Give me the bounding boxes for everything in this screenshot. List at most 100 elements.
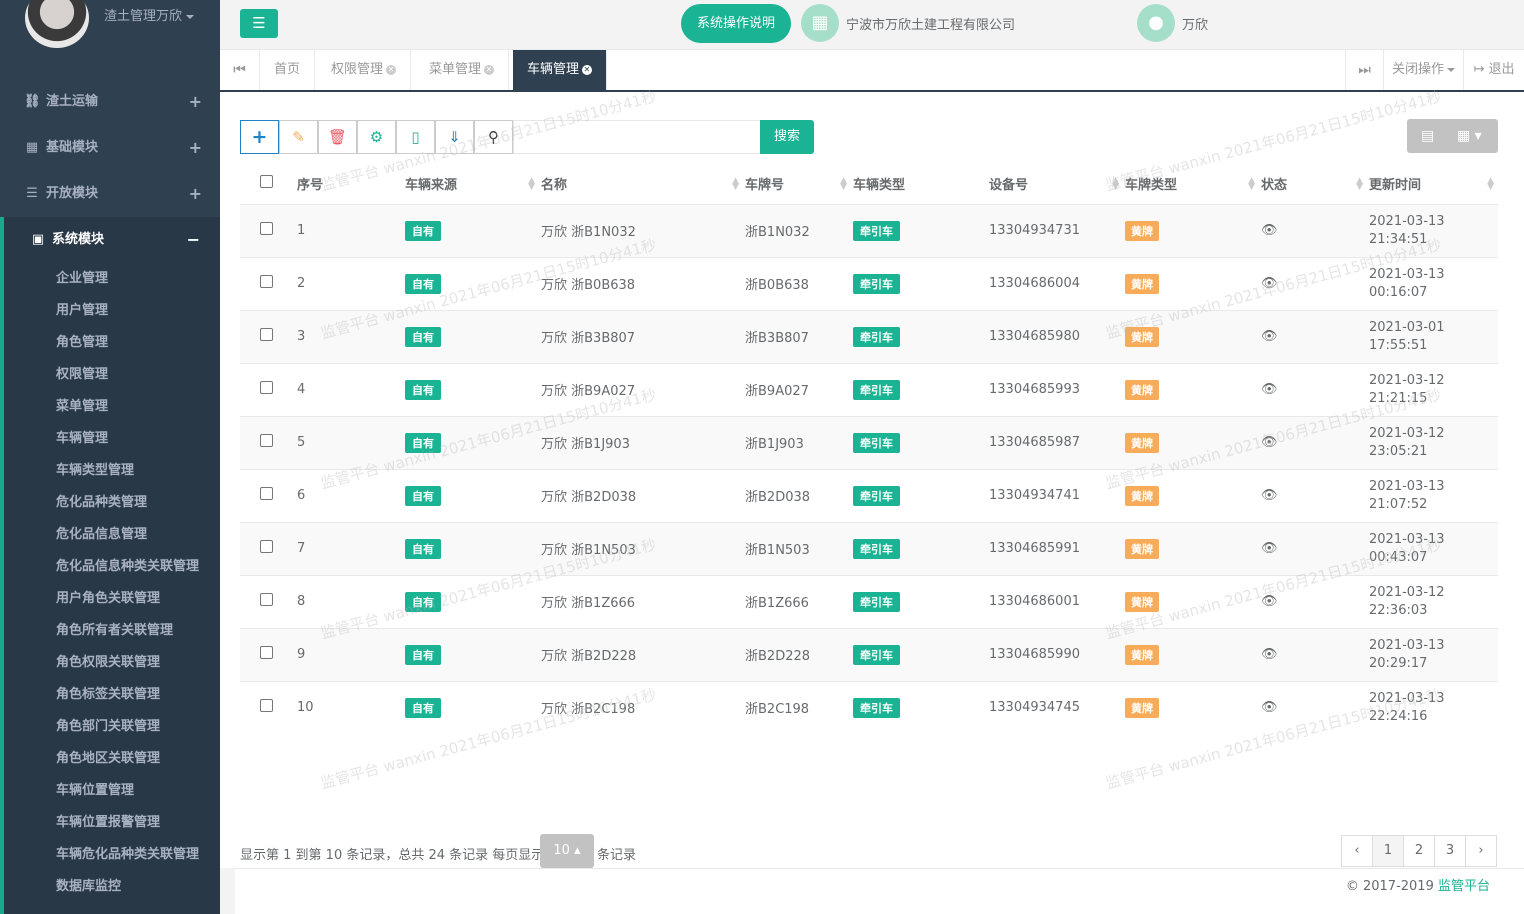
eye-icon[interactable]: 👁 [1261, 647, 1278, 662]
delete-button[interactable]: 🗑 [318, 120, 357, 154]
table-row[interactable]: 2 自有 万欣 浙B0B638 浙B0B638 牵引车 13304686004 黄牌 👁 202… [240, 256, 1498, 310]
close-icon[interactable]: ✕ [386, 64, 397, 75]
col-header[interactable]: 设备号 ▲ ▼ [987, 164, 1123, 205]
sub-item[interactable]: 车辆位置管理 [4, 775, 220, 807]
eye-icon[interactable]: 👁 [1261, 435, 1278, 450]
table-row[interactable]: 10 自有 万欣 浙B2C198 浙B2C198 牵引车 13304934745 黄牌 👁 20… [240, 680, 1498, 734]
logout-button[interactable]: ↦ 退出 [1463, 50, 1524, 90]
col-header[interactable]: 更新时间 ▲ ▼ [1367, 164, 1498, 205]
sub-item[interactable]: 车辆类型管理 [4, 455, 220, 487]
tab-scroll-left-icon[interactable]: ⏮ [220, 50, 260, 90]
add-button[interactable]: + [240, 120, 279, 154]
sub-item[interactable]: 企业管理 [4, 263, 220, 295]
table-row[interactable]: 6 自有 万欣 浙B2D038 浙B2D038 牵引车 13304934741 黄牌 👁 202… [240, 468, 1498, 522]
row-checkbox[interactable] [260, 434, 273, 447]
nav-item-transport[interactable]: ⛓ 渣土运输 + [0, 79, 220, 125]
list-view-icon[interactable]: ▤ [1421, 119, 1434, 153]
row-checkbox[interactable] [260, 646, 273, 659]
sub-item[interactable]: 危化品种类管理 [4, 487, 220, 519]
col-header[interactable]: 车辆类型 [851, 164, 987, 205]
menu-toggle-button[interactable]: ☰ [240, 9, 278, 38]
sub-item[interactable]: 危化品信息种类关联管理 [4, 551, 220, 583]
close-icon[interactable]: ✕ [582, 64, 593, 75]
sub-item[interactable]: 车辆位置报警管理 [4, 807, 220, 839]
row-checkbox[interactable] [260, 328, 273, 341]
help-button[interactable]: 系统操作说明 [681, 4, 791, 43]
col-header[interactable]: 状态 ▲ ▼ [1259, 164, 1367, 205]
eye-icon[interactable]: 👁 [1261, 541, 1278, 556]
table-row[interactable]: 3 自有 万欣 浙B3B807 浙B3B807 牵引车 13304685980 黄牌 👁 202… [240, 309, 1498, 363]
sub-item[interactable]: 车辆危化品种类关联管理 [4, 839, 220, 871]
sub-item[interactable]: 用户角色关联管理 [4, 583, 220, 615]
row-checkbox[interactable] [260, 275, 273, 288]
sub-item[interactable]: 数据库监控 [4, 871, 220, 903]
row-checkbox[interactable] [260, 381, 273, 394]
avatar[interactable] [25, 0, 89, 48]
select-all-checkbox[interactable] [260, 175, 273, 189]
sub-item[interactable]: 权限管理 [4, 359, 220, 391]
eye-icon[interactable]: 👁 [1261, 276, 1278, 291]
table-row[interactable]: 4 自有 万欣 浙B9A027 浙B9A027 牵引车 13304685993 黄牌 👁 202… [240, 362, 1498, 416]
sub-item[interactable]: 车辆管理 [4, 423, 220, 455]
brand-link[interactable]: 监管平台 [1438, 879, 1490, 894]
table-row[interactable]: 7 自有 万欣 浙B1N503 浙B1N503 牵引车 13304685991 黄牌 👁 202… [240, 521, 1498, 575]
page-size-select[interactable]: 10 ▴ [540, 834, 594, 868]
tab-permission[interactable]: 权限管理 ✕ [317, 50, 412, 90]
settings-button[interactable]: ⚙ [357, 120, 396, 154]
row-checkbox[interactable] [260, 540, 273, 553]
row-checkbox[interactable] [260, 699, 273, 713]
nav-item-basic[interactable]: ▦ 基础模块 + [0, 125, 220, 171]
table-row[interactable]: 1 自有 万欣 浙B1N032 浙B1N032 牵引车 13304934731 黄牌 👁 202… [240, 203, 1498, 257]
sub-item[interactable]: 角色部门关联管理 [4, 711, 220, 743]
eye-icon[interactable]: 👁 [1261, 329, 1278, 344]
mobile-button[interactable]: ▯ [396, 120, 435, 154]
sub-item[interactable]: 用户管理 [4, 295, 220, 327]
next-page-button[interactable]: › [1465, 835, 1497, 867]
tab-scroll-right-icon[interactable]: ⏭ [1345, 50, 1383, 90]
table-row[interactable]: 5 自有 万欣 浙B1J903 浙B1J903 牵引车 13304685987 黄牌 👁 202… [240, 415, 1498, 469]
sub-item[interactable]: 角色地区关联管理 [4, 743, 220, 775]
eye-icon[interactable]: 👁 [1261, 488, 1278, 503]
page-button-1[interactable]: 1 [1372, 835, 1404, 867]
page-button-2[interactable]: 2 [1403, 835, 1435, 867]
download-button[interactable]: ⇓ [435, 120, 474, 154]
sub-item[interactable]: 角色管理 [4, 327, 220, 359]
search-input[interactable] [513, 120, 761, 154]
table-row[interactable]: 8 自有 万欣 浙B1Z666 浙B1Z666 牵引车 13304686001 黄牌 👁 202… [240, 574, 1498, 628]
close-operations-dropdown[interactable]: 关闭操作 [1383, 50, 1463, 90]
col-header[interactable]: 车辆来源 ▲ ▼ [403, 164, 539, 205]
tab-home[interactable]: 首页 [260, 50, 316, 90]
plate-cell: 浙B1N503 [743, 521, 851, 575]
tab-menu[interactable]: 菜单管理 ✕ [415, 50, 510, 90]
sub-item[interactable]: 角色所有者关联管理 [4, 615, 220, 647]
eye-icon[interactable]: 👁 [1261, 594, 1278, 609]
page-button-3[interactable]: 3 [1434, 835, 1466, 867]
prev-page-button[interactable]: ‹ [1341, 835, 1373, 867]
col-header[interactable]: 名称 ▲ ▼ [539, 164, 743, 205]
close-ops-label: 关闭操作 [1391, 62, 1444, 77]
sub-item[interactable]: 角色权限关联管理 [4, 647, 220, 679]
close-icon[interactable]: ✕ [484, 64, 495, 75]
sub-item[interactable]: 角色标签关联管理 [4, 679, 220, 711]
table-row[interactable]: 9 自有 万欣 浙B2D228 浙B2D228 牵引车 13304685990 黄牌 👁 202… [240, 627, 1498, 681]
eye-icon[interactable]: 👁 [1261, 700, 1278, 715]
sub-item[interactable]: 菜单管理 [4, 391, 220, 423]
row-checkbox[interactable] [260, 593, 273, 606]
col-header[interactable]: 序号 [295, 164, 403, 205]
edit-button[interactable]: ✎ [279, 120, 318, 154]
nav-item-open[interactable]: ☰ 开放模块 + [0, 171, 220, 217]
col-header[interactable]: 车牌号 ▲ ▼ [743, 164, 851, 205]
zoom-button[interactable]: ⚲ [474, 120, 513, 154]
tab-vehicle[interactable]: 车辆管理 ✕ [513, 50, 608, 90]
eye-icon[interactable]: 👁 [1261, 223, 1278, 238]
sub-item[interactable]: 危化品信息管理 [4, 519, 220, 551]
grid-view-icon[interactable]: ▦ ▾ [1457, 119, 1482, 153]
col-header[interactable]: 车牌类型 ▲ ▼ [1123, 164, 1259, 205]
search-button[interactable]: 搜索 [760, 120, 814, 154]
nav-item-system[interactable]: ▣ 系统模块 − [0, 217, 220, 263]
view-toggle-group[interactable]: ▤ ▦ ▾ [1407, 119, 1498, 153]
row-checkbox[interactable] [260, 487, 273, 500]
eye-icon[interactable]: 👁 [1261, 382, 1278, 397]
row-checkbox[interactable] [260, 222, 273, 235]
user-role-dropdown[interactable]: 渣土管理万欣 [104, 5, 195, 24]
